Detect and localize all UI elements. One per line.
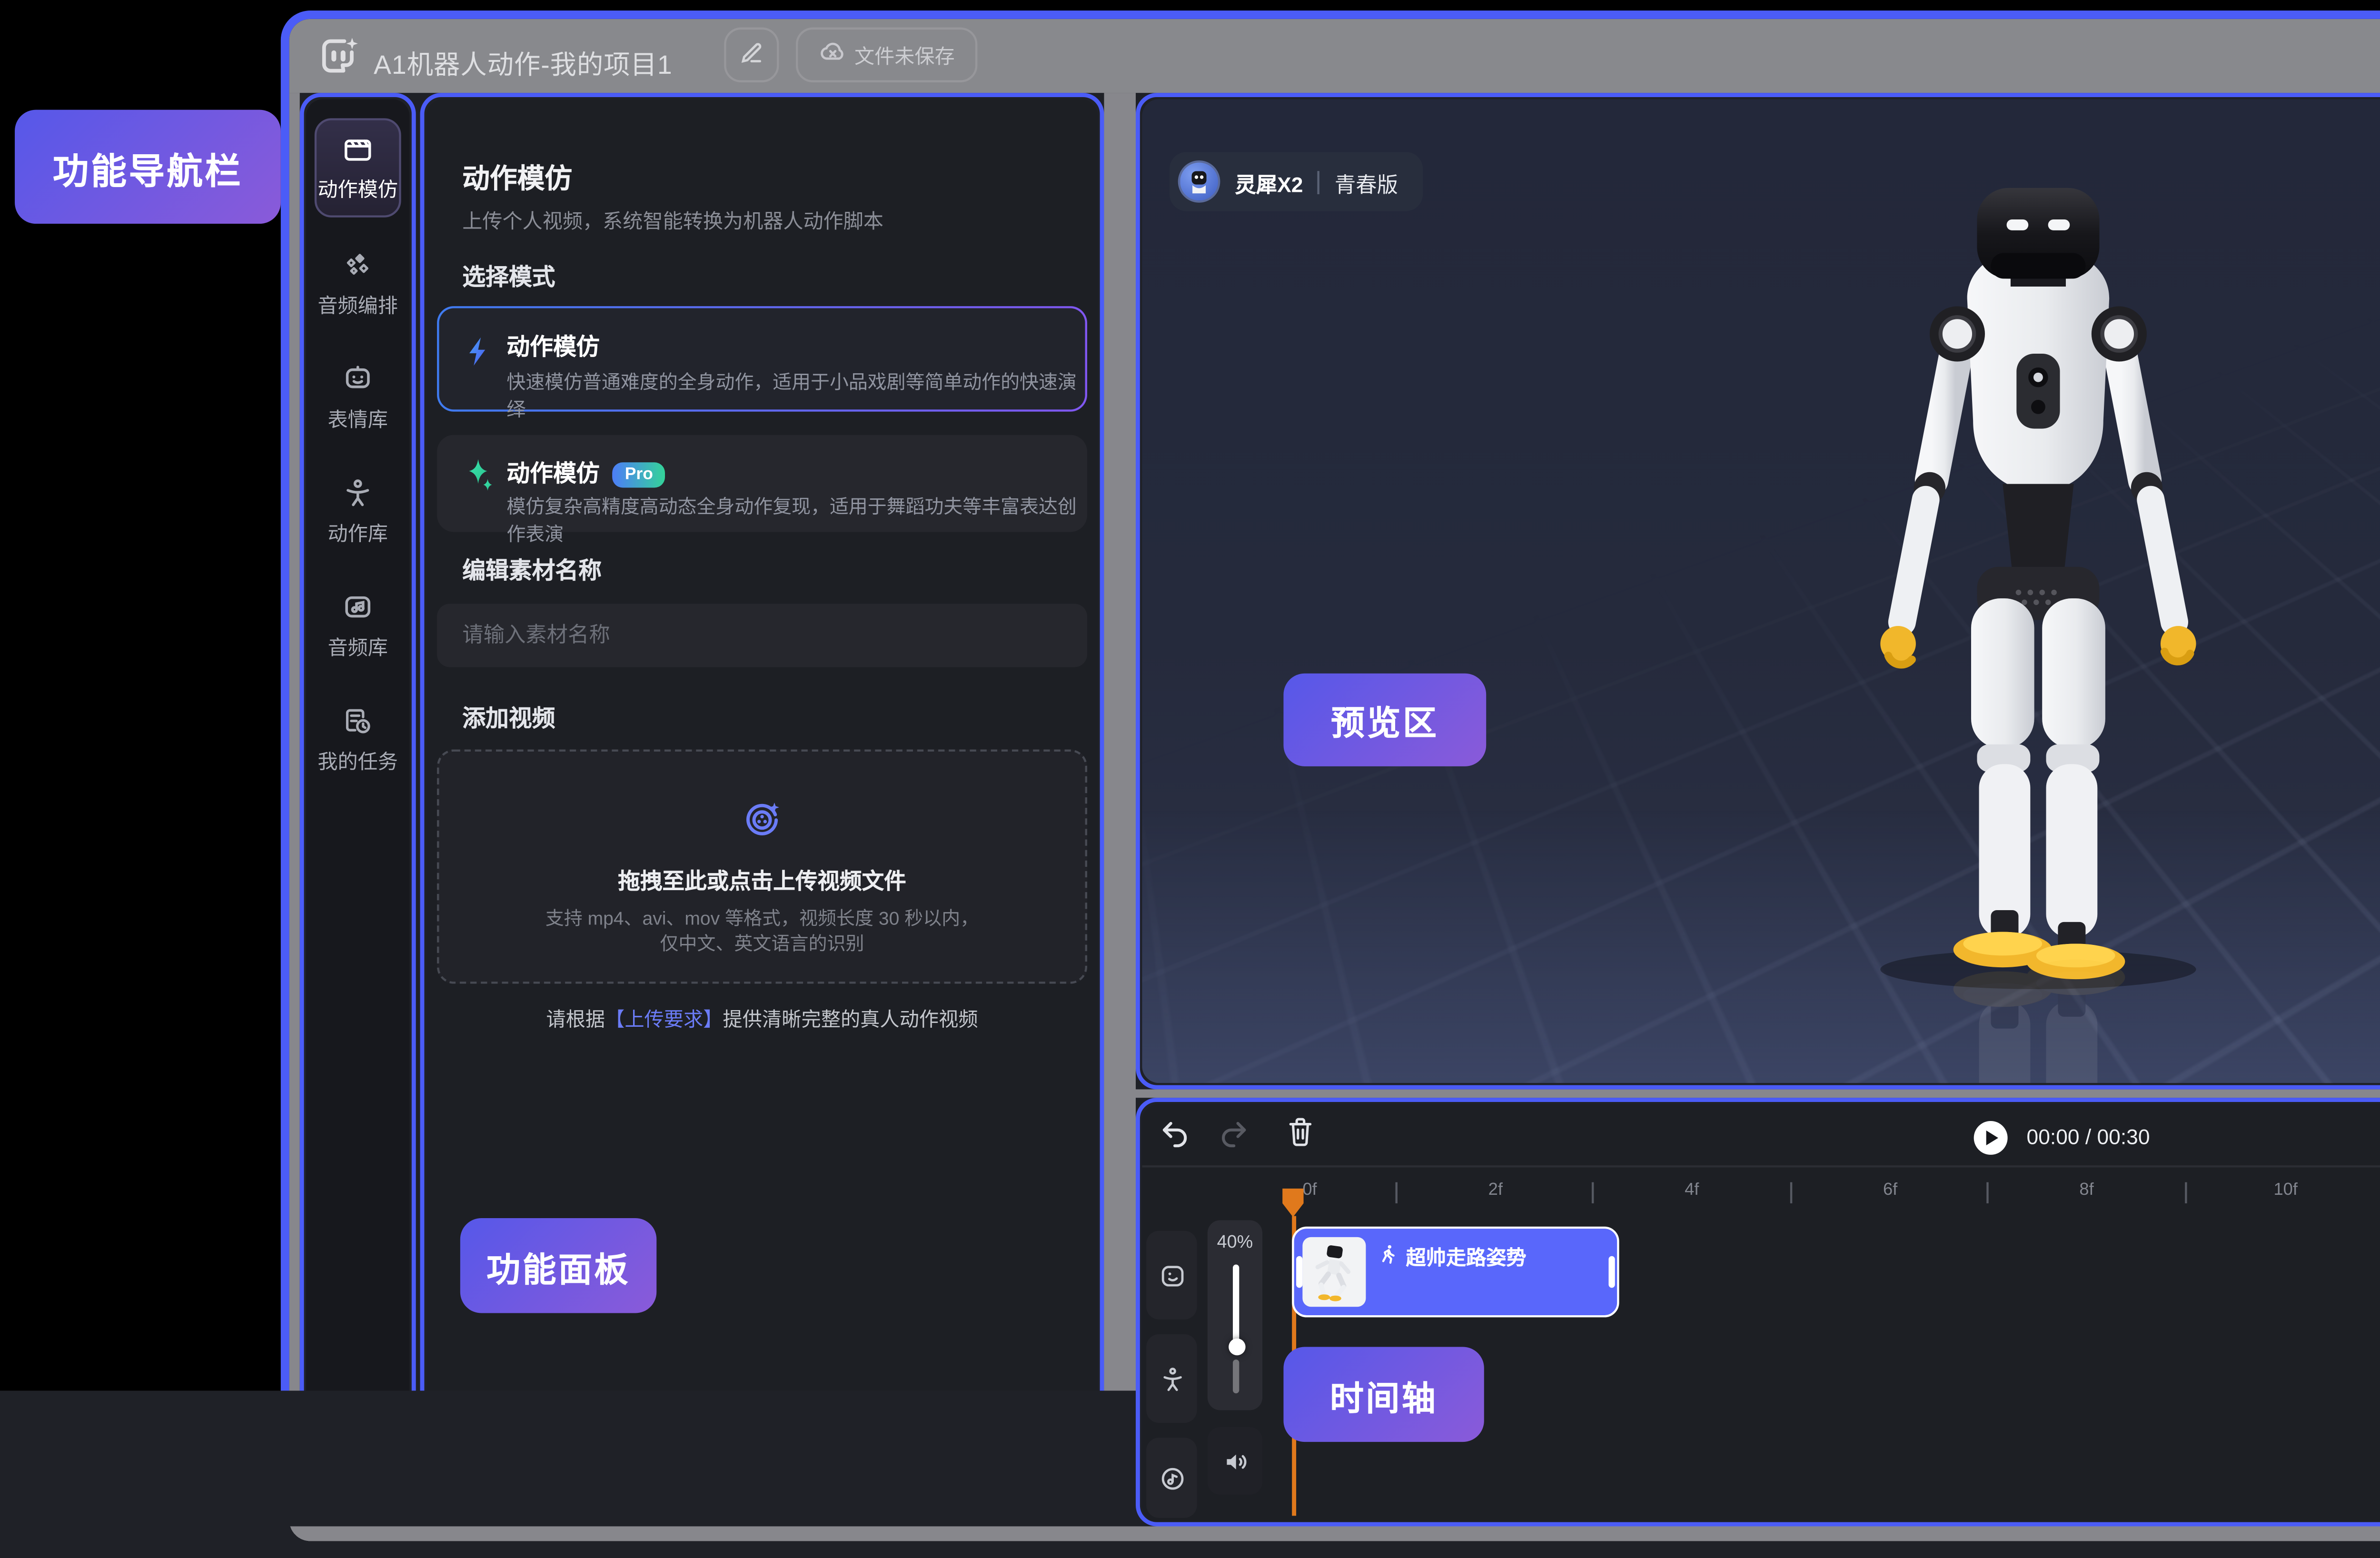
mode-section-label: 选择模式 <box>462 259 555 293</box>
model-edition: 青春版 <box>1335 166 1398 198</box>
mode-card-basic[interactable]: 动作模仿 快速模仿普通难度的全身动作，适用于小品戏剧等简单动作的快速演绎 <box>437 306 1087 412</box>
speaker-button[interactable] <box>1208 1427 1262 1495</box>
add-video-label: 添加视频 <box>462 701 555 734</box>
sparkle-icon <box>462 458 494 502</box>
upload-requirement-link[interactable]: 【上传要求】 <box>605 1009 723 1030</box>
edit-title-button[interactable] <box>724 28 779 82</box>
undo-button[interactable] <box>1159 1117 1191 1159</box>
cost-credits-value: 10 <box>878 1457 901 1480</box>
clip-trim-handle-left[interactable] <box>1296 1256 1302 1288</box>
sidebar-item-my-tasks[interactable]: 我的任务 <box>315 693 401 788</box>
music-frame-icon <box>342 591 374 623</box>
video-upload-dropzone[interactable]: 拖拽至此或点击上传视频文件 支持 mp4、avi、mov 等格式，视频长度 30… <box>437 749 1087 983</box>
ruler-tick-0f: 0f <box>1302 1180 1317 1199</box>
track-rail-motion[interactable] <box>1146 1334 1197 1423</box>
volume-value: 40% <box>1208 1231 1262 1252</box>
upload-main-text: 拖拽至此或点击上传视频文件 <box>618 865 906 897</box>
clapperboard-icon <box>342 133 374 165</box>
material-name-input[interactable] <box>437 604 1087 667</box>
annotation-label-preview: 预览区 <box>1283 674 1486 766</box>
upload-sub-text-2: 仅中文、英文语言的识别 <box>660 931 864 956</box>
robot-model[interactable] <box>1841 188 2235 1083</box>
annotation-label-panel: 功能面板 <box>460 1218 656 1313</box>
model-avatar <box>1178 160 1220 203</box>
clip-title: 超帅走路姿势 <box>1406 1241 1527 1271</box>
time-display: 00:00 / 00:30 <box>2027 1127 2150 1151</box>
play-button[interactable] <box>1974 1121 2008 1155</box>
panel-subtitle: 上传个人视频，系统智能转换为机器人动作脚本 <box>462 205 883 234</box>
gem-icon <box>840 1458 863 1479</box>
credits-info: 剩余积分 300 本次消耗积分 10 <box>541 1452 902 1484</box>
sidebar-item-motion-mimic[interactable]: 动作模仿 <box>315 118 401 217</box>
mode-pro-title: 动作模仿 <box>506 462 599 487</box>
stage: A1机器人动作-我的项目1 文件未保存 <box>0 0 2380 1558</box>
mode-card-pro[interactable]: 动作模仿Pro 模仿复杂高精度高动态全身动作复现，适用于舞蹈功夫等丰富表达创作表… <box>437 435 1087 532</box>
app-logo-icon <box>317 34 361 78</box>
track-rail-expression[interactable] <box>1146 1231 1197 1320</box>
person-icon <box>342 477 374 509</box>
film-reel-sparkle-icon <box>741 798 783 851</box>
sidebar-item-motion-library[interactable]: 动作库 <box>315 465 401 560</box>
annotation-label-timeline: 时间轴 <box>1283 1347 1484 1442</box>
preview-viewport[interactable]: 灵犀X2 青春版 <box>1142 99 2380 1083</box>
remaining-credits-value: 300 <box>632 1461 667 1484</box>
generate-button[interactable]: 立即生成 <box>922 1446 1079 1508</box>
volume-slider-handle[interactable] <box>1228 1339 1244 1355</box>
sidebar-item-audio-library[interactable]: 音频库 <box>315 578 401 674</box>
app-window: A1机器人动作-我的项目1 文件未保存 <box>281 10 2380 1549</box>
material-name-label: 编辑素材名称 <box>462 553 602 587</box>
volume-slider-track[interactable] <box>1233 1265 1238 1343</box>
ruler-tick-10f: 10f <box>2273 1180 2298 1199</box>
lightning-icon <box>465 336 492 378</box>
sidebar-item-expression-library[interactable]: 表情库 <box>315 350 401 446</box>
ruler-tick-6f: 6f <box>1883 1180 1897 1199</box>
sidebar-nav: 动作模仿 音频编排 表情库 <box>306 99 409 1520</box>
panel-title: 动作模仿 <box>462 156 572 196</box>
track-rail-audio[interactable] <box>1146 1438 1197 1518</box>
file-unsaved-status: 文件未保存 <box>796 28 977 82</box>
redo-button[interactable] <box>1218 1117 1250 1159</box>
timeline-clip[interactable]: 超帅走路姿势 <box>1292 1227 1619 1318</box>
upload-sub-text-1: 支持 mp4、avi、mov 等格式，视频长度 30 秒以内， <box>545 906 979 931</box>
volume-popover: 40% <box>1208 1220 1262 1410</box>
topbar: A1机器人动作-我的项目1 文件未保存 <box>289 19 2380 93</box>
annotation-label-nav: 功能导航栏 <box>15 110 281 224</box>
cloud-icon <box>819 38 846 72</box>
task-clock-icon <box>342 705 374 737</box>
ruler-tick-8f: 8f <box>2079 1180 2093 1199</box>
project-title: A1机器人动作-我的项目1 <box>374 42 673 82</box>
model-badge: 灵犀X2 青春版 <box>1170 152 1423 211</box>
model-name: 灵犀X2 <box>1235 166 1303 198</box>
upload-requirement-note: 请根据【上传要求】提供清晰完整的真人动作视频 <box>426 1003 1098 1032</box>
clip-thumbnail <box>1302 1237 1366 1307</box>
ruler-tick-2f: 2f <box>1488 1180 1503 1199</box>
timeline-panel: 00:00 / 00:30 <box>1142 1104 2380 1522</box>
sidebar-item-audio-arrange[interactable]: 音频编排 <box>315 237 401 332</box>
pro-badge: Pro <box>612 461 665 486</box>
ruler-tick-4f: 4f <box>1685 1180 1699 1199</box>
running-person-icon <box>1378 1242 1398 1270</box>
viewport: A1机器人动作-我的项目1 文件未保存 <box>0 0 2380 1558</box>
pencil-icon <box>739 39 764 71</box>
diamonds-icon <box>342 249 374 281</box>
robot-face-icon <box>342 363 374 395</box>
clip-trim-handle-right[interactable] <box>1608 1256 1615 1288</box>
trash-icon[interactable] <box>1286 1115 1315 1159</box>
panel-footer: 剩余积分 300 本次消耗积分 10 立即生成 <box>426 1427 1098 1520</box>
